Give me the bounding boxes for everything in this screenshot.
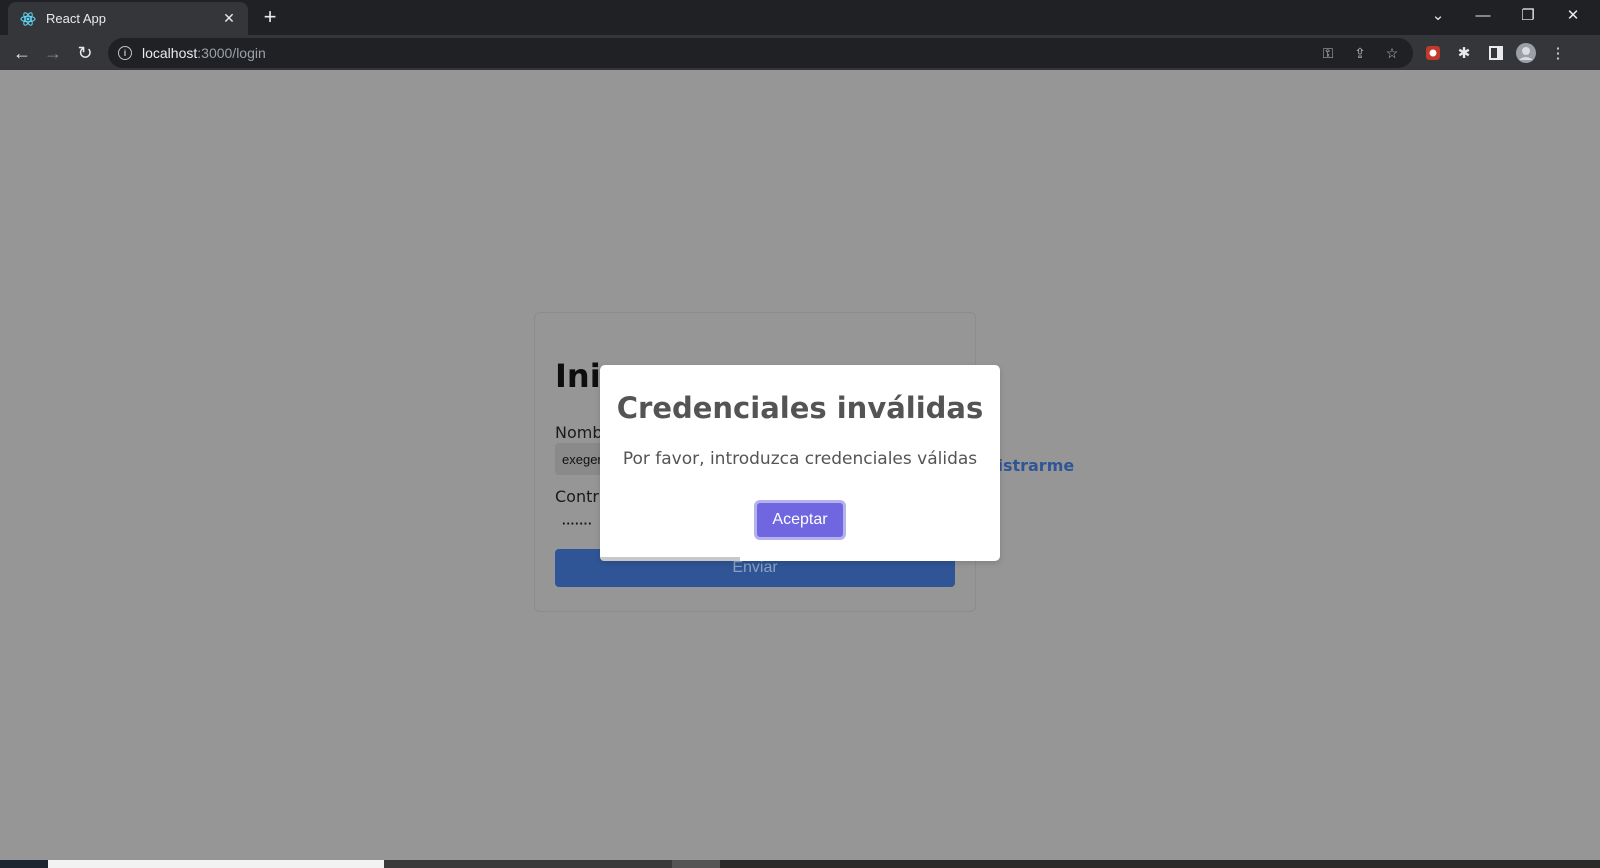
- timer-progress-bar: [600, 557, 740, 561]
- restore-button[interactable]: ❐: [1508, 0, 1548, 30]
- password-value: ·······: [562, 515, 593, 531]
- back-arrow-icon[interactable]: ←: [9, 40, 35, 66]
- site-info-icon[interactable]: i: [118, 46, 132, 60]
- error-dialog: Credenciales inválidas Por favor, introd…: [600, 365, 1000, 561]
- username-value: exeger: [562, 451, 602, 467]
- share-icon[interactable]: ⇪: [1351, 44, 1369, 62]
- url-host: localhost: [142, 45, 198, 61]
- tab-title: React App: [46, 11, 106, 26]
- forward-arrow-icon[interactable]: →: [40, 40, 66, 66]
- new-tab-button[interactable]: +: [258, 6, 282, 30]
- page-content: Inic Nombr exeger Contra ······· Enviar …: [0, 70, 1600, 860]
- browser-tab-bar: React App ✕ + ⌄ — ❐ ✕: [0, 0, 1600, 35]
- dialog-title: Credenciales inválidas: [616, 391, 984, 425]
- accept-button[interactable]: Aceptar: [754, 500, 846, 540]
- profile-avatar-icon[interactable]: [1515, 42, 1537, 64]
- star-icon[interactable]: ☆: [1383, 44, 1401, 62]
- address-bar[interactable]: i localhost:3000/login ⚿ ⇪ ☆: [108, 38, 1413, 68]
- react-icon: [20, 11, 36, 27]
- menu-kebab-icon[interactable]: ⋮: [1547, 42, 1569, 64]
- url-path: :3000/login: [197, 45, 266, 61]
- os-taskbar: [0, 860, 1600, 868]
- close-window-button[interactable]: ✕: [1553, 0, 1593, 30]
- tab-search-icon[interactable]: ⌄: [1418, 0, 1458, 30]
- side-panel-icon[interactable]: [1485, 42, 1507, 64]
- browser-toolbar: ← → ↻ i localhost:3000/login ⚿ ⇪ ☆ ✱ ⋮: [0, 35, 1600, 70]
- puzzle-icon[interactable]: ✱: [1453, 42, 1475, 64]
- minimize-button[interactable]: —: [1463, 0, 1503, 30]
- key-icon[interactable]: ⚿: [1319, 44, 1337, 62]
- reload-icon[interactable]: ↻: [72, 40, 98, 66]
- dialog-message: Por favor, introduzca credenciales válid…: [622, 449, 978, 469]
- extension-icon[interactable]: [1422, 42, 1444, 64]
- browser-tab[interactable]: React App ✕: [8, 2, 248, 35]
- close-tab-icon[interactable]: ✕: [220, 10, 238, 28]
